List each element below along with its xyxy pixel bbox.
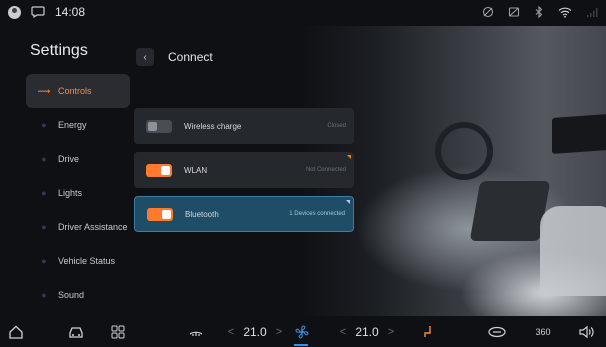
clock: 14:08: [55, 5, 86, 19]
toggle-status: 1 Devices connected: [289, 211, 345, 217]
sidebar-item-drive[interactable]: ● Drive: [26, 142, 130, 176]
sidebar-item-sound[interactable]: ● Sound: [26, 278, 130, 312]
controls-icon: ⟿: [37, 85, 51, 96]
view-360-button[interactable]: 360: [532, 323, 554, 341]
sidebar-menu: ⟿ Controls ● Energy ● Drive ● Lights ● D…: [26, 74, 130, 312]
driver-assistance-icon: ●: [41, 222, 47, 232]
steering-wheel-graphic: [435, 122, 493, 180]
energy-icon: ●: [41, 120, 47, 130]
toggle-status: Closed: [327, 123, 346, 129]
more-indicator-icon: [347, 155, 351, 159]
bluetooth-icon: [534, 6, 544, 18]
wireless-charge-card[interactable]: Wireless charge Closed: [134, 108, 354, 144]
sidebar: Settings ⟿ Controls ● Energy ● Drive ● L…: [0, 26, 130, 316]
sidebar-item-energy[interactable]: ● Energy: [26, 108, 130, 142]
sidebar-item-label: Energy: [58, 120, 87, 130]
seat-graphic: [540, 206, 606, 296]
chevron-left-icon: ‹: [143, 51, 147, 63]
sidebar-item-label: Vehicle Status: [58, 256, 116, 266]
sidebar-item-label: Sound: [58, 290, 85, 300]
temp-right-value: 21.0: [355, 325, 379, 339]
sidebar-item-label: Controls: [58, 86, 92, 96]
bottom-dock: < 21.0 > < 21.0 > 360: [0, 316, 606, 347]
apps-grid-icon[interactable]: [108, 323, 128, 341]
drive-icon: ●: [41, 154, 47, 164]
sidebar-item-vehicle-status[interactable]: ● Vehicle Status: [26, 244, 130, 278]
temp-left-decrease[interactable]: <: [226, 323, 236, 341]
home-icon[interactable]: [6, 323, 26, 341]
center-console-graphic: [469, 181, 551, 241]
status-bar: 14:08: [0, 0, 606, 26]
signal-icon: [586, 6, 598, 18]
sidebar-item-label: Driver Assistance: [58, 222, 128, 232]
screen-off-icon: [508, 6, 520, 18]
sidebar-item-label: Drive: [58, 154, 80, 164]
chat-icon[interactable]: [31, 6, 45, 18]
volume-icon[interactable]: [576, 323, 596, 341]
temp-left-increase[interactable]: >: [274, 323, 284, 341]
car-icon[interactable]: [66, 323, 86, 341]
bluetooth-toggle[interactable]: [147, 207, 173, 221]
vehicle-status-icon: ●: [41, 256, 47, 266]
toggle-label: WLAN: [184, 165, 208, 175]
lights-icon: ●: [41, 188, 47, 198]
fan-icon[interactable]: [292, 323, 312, 341]
no-camera-icon: [482, 6, 494, 18]
temp-left-value: 21.0: [243, 325, 267, 339]
drive-mode-icon[interactable]: [486, 323, 508, 341]
wireless-charge-toggle[interactable]: [146, 119, 172, 133]
section-title: Connect: [168, 50, 213, 64]
sound-icon: ●: [41, 290, 47, 300]
bluetooth-card[interactable]: Bluetooth 1 Devices connected: [134, 196, 354, 232]
fan-active-indicator: [294, 344, 308, 346]
toggle-label: Wireless charge: [184, 121, 242, 131]
back-button[interactable]: ‹: [136, 48, 154, 66]
toggle-status: Not Connected: [305, 167, 346, 173]
seat-heat-icon[interactable]: [418, 323, 438, 341]
temp-right-increase[interactable]: >: [386, 323, 396, 341]
wifi-icon: [558, 6, 572, 18]
sidebar-item-lights[interactable]: ● Lights: [26, 176, 130, 210]
dashboard-screen-graphic: [552, 114, 606, 154]
toggle-label: Bluetooth: [185, 209, 219, 219]
content-header: ‹ Connect: [136, 48, 213, 66]
sidebar-item-controls[interactable]: ⟿ Controls: [26, 74, 130, 108]
sidebar-item-driver-assistance[interactable]: ● Driver Assistance: [26, 210, 130, 244]
temp-right-decrease[interactable]: <: [338, 323, 348, 341]
page-title: Settings: [30, 42, 88, 59]
more-indicator-icon: [346, 200, 350, 204]
defrost-icon[interactable]: [186, 323, 206, 341]
wlan-toggle[interactable]: [146, 163, 172, 177]
avatar[interactable]: [8, 5, 21, 19]
connect-toggles: Wireless charge Closed WLAN Not Connecte…: [134, 108, 354, 240]
wlan-card[interactable]: WLAN Not Connected: [134, 152, 354, 188]
sidebar-item-label: Lights: [58, 188, 83, 198]
